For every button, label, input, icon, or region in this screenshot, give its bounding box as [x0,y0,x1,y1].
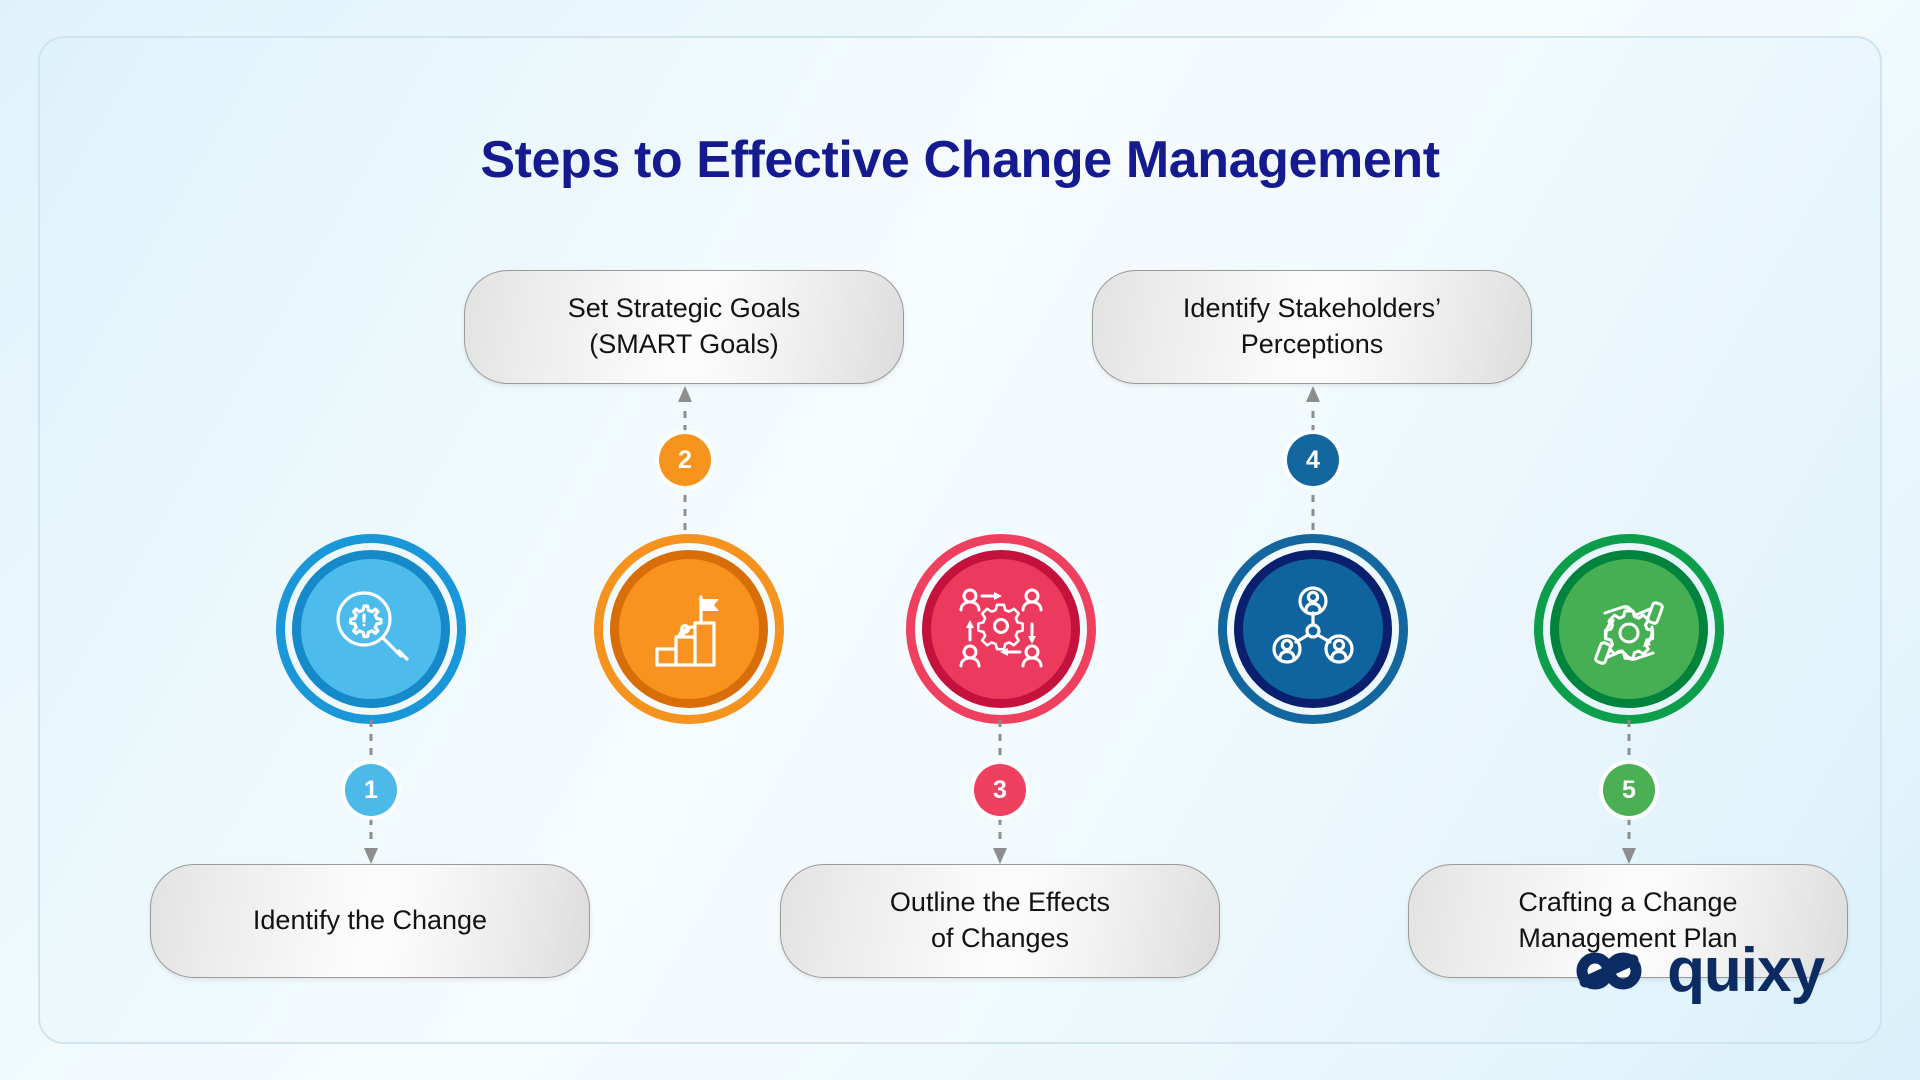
step-label-2: Set Strategic Goals (SMART Goals) [464,270,904,384]
step-node-4-inner-disc [1234,550,1392,708]
step-label-4-line1: Identify Stakeholders’ [1182,293,1442,324]
quixy-logo[interactable]: quixy [1567,935,1825,1006]
quixy-infinity-knot-icon [1576,951,1642,990]
magnifier-gear-icon [336,591,409,661]
step-label-3-line1: Outline the Effects [889,887,1111,918]
step-badge-1-number: 1 [364,775,378,804]
step-badge-2: 2 [659,434,711,486]
step-node-2[interactable] [594,534,784,724]
step-label-5-line1: Crafting a Change [1518,887,1738,918]
step-node-1[interactable] [276,534,466,724]
step-badge-4: 4 [1287,434,1339,486]
step-node-5-inner-disc [1550,550,1708,708]
step-node-4[interactable] [1218,534,1408,724]
step-badge-4-number: 4 [1306,445,1320,474]
step-label-1: Identify the Change [150,864,590,978]
step-badge-1: 1 [345,764,397,816]
step-label-1-line1: Identify the Change [252,905,488,936]
step-node-5[interactable] [1534,534,1724,724]
flag-steps-growth-icon [655,595,719,667]
stakeholder-network-icon [1272,586,1354,664]
infographic-canvas: Steps to Effective Change Management Set… [38,36,1882,1044]
step-label-3-line2: of Changes [930,923,1070,953]
step-badge-2-number: 2 [678,445,692,474]
step-label-2-line1: Set Strategic Goals [567,293,801,324]
step-label-4: Identify Stakeholders’ Perceptions [1092,270,1532,384]
step-label-2-line2: (SMART Goals) [589,329,779,359]
step-badge-5: 5 [1603,764,1655,816]
hands-gear-cycle-icon [1594,601,1664,665]
step-label-3: Outline the Effects of Changes [780,864,1220,978]
step-node-3[interactable] [906,534,1096,724]
step-badge-3-number: 3 [993,775,1007,804]
step-node-2-inner-disc [610,550,768,708]
step-label-4-line2: Perceptions [1240,329,1384,359]
quixy-wordmark: quixy [1667,936,1825,1005]
step-node-1-inner-disc [292,550,450,708]
step-badge-5-number: 5 [1622,775,1636,804]
step-badge-3: 3 [974,764,1026,816]
page-title: Steps to Effective Change Management [480,131,1440,189]
step-node-3-inner-disc [922,550,1080,708]
people-gear-arrows-icon [959,588,1043,668]
